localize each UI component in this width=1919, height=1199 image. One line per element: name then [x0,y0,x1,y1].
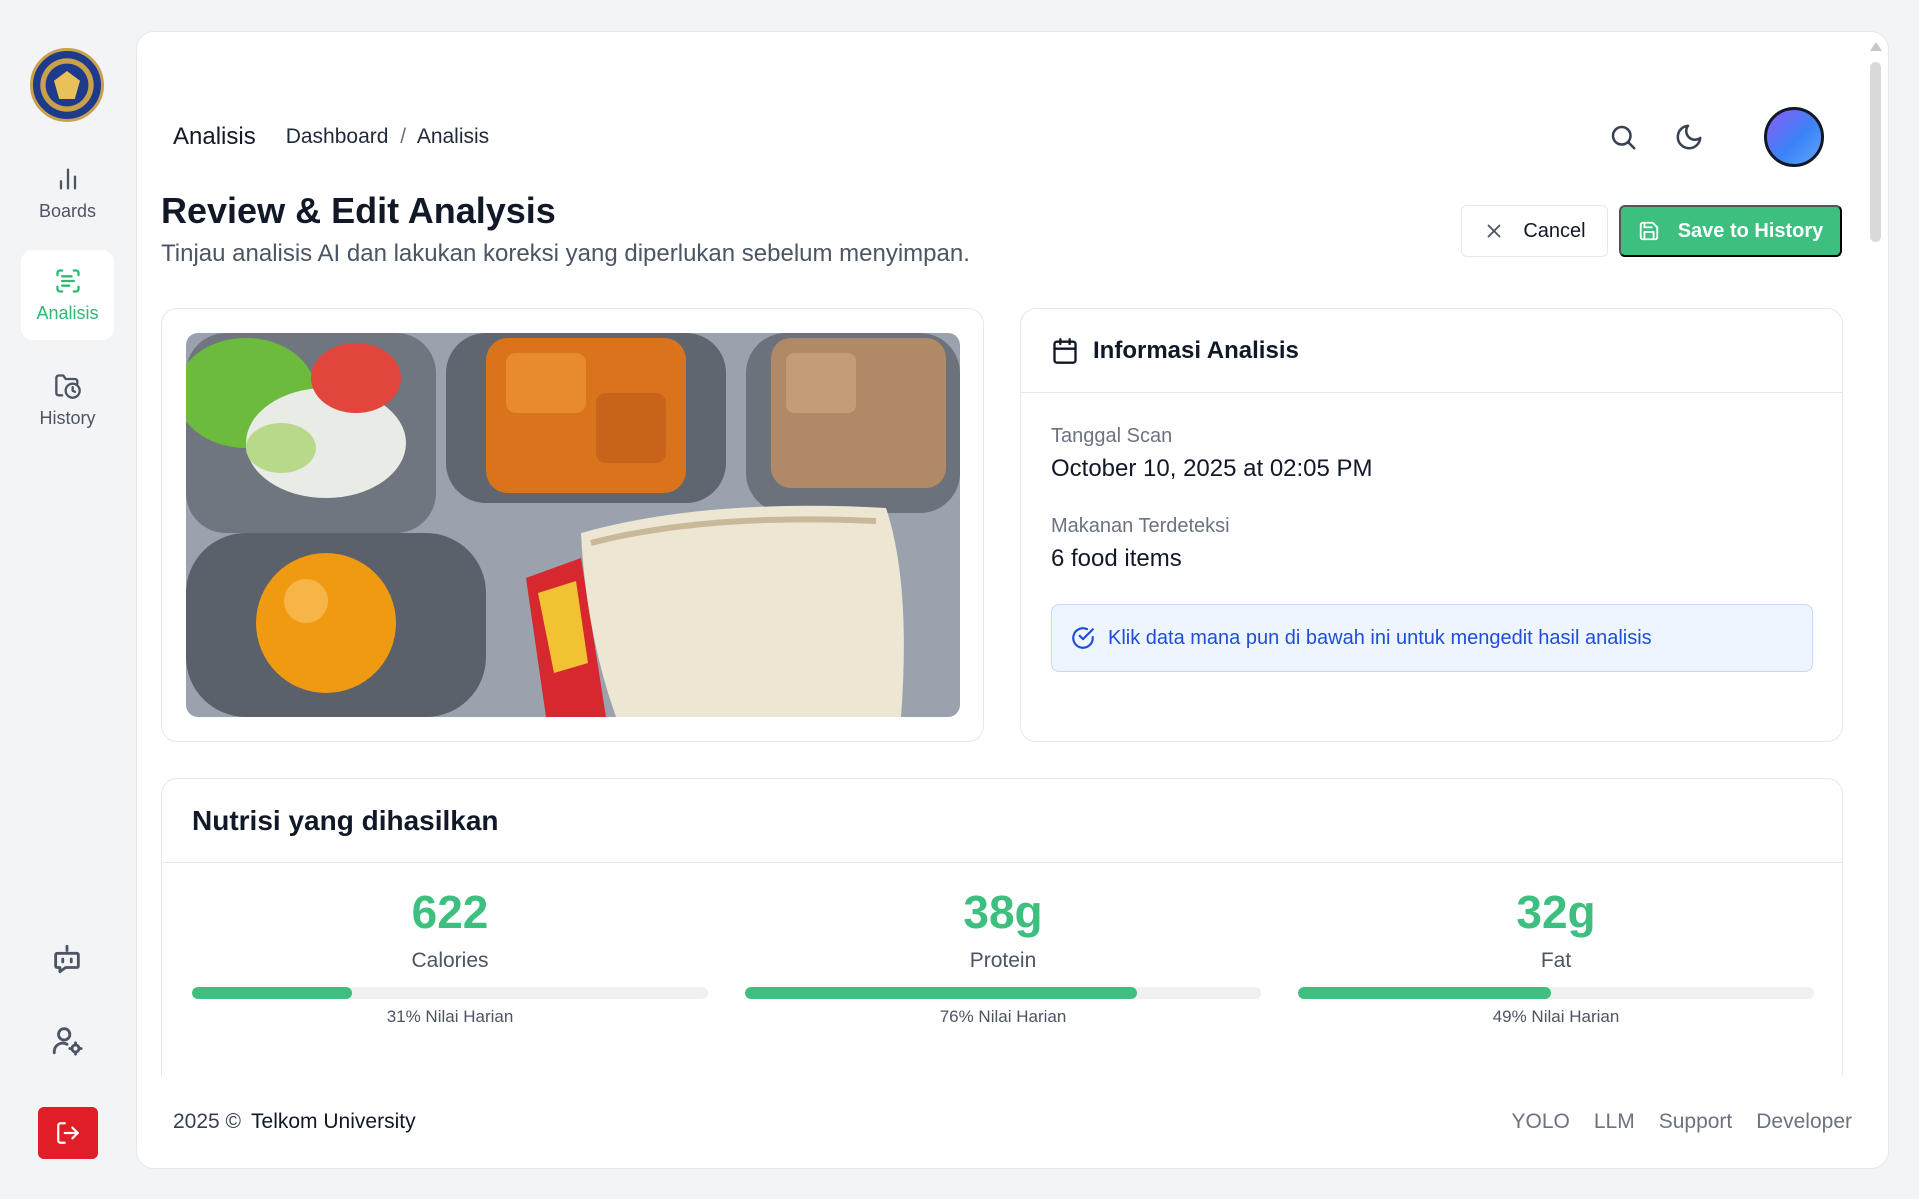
nutrition-title: Nutrisi yang dihasilkan [162,779,1842,863]
scrollbar[interactable] [1868,42,1882,1102]
scan-date-value[interactable]: October 10, 2025 at 02:05 PM [1051,455,1373,483]
footer: 2025 © Telkom University YOLO LLM Suppor… [137,1076,1888,1168]
main-content: Analisis Dashboard / Analisis Review & E… [136,31,1889,1169]
nutrition-fat[interactable]: 32g Fat 49% Nilai Harian [1298,889,1814,1027]
garuda-emblem-icon[interactable] [30,48,104,122]
save-icon [1639,221,1658,241]
user-settings-icon[interactable] [50,1023,84,1057]
scan-date-label: Tanggal Scan [1051,425,1173,447]
save-to-history-button[interactable]: Save to History [1619,205,1842,257]
detected-value[interactable]: 6 food items [1051,545,1182,573]
nutrition-calories[interactable]: 622 Calories 31% Nilai Harian [192,889,708,1027]
nutrition-progress-bar [1298,987,1814,999]
footer-link-support[interactable]: Support [1659,1110,1733,1134]
nutrition-label: Calories [411,949,489,972]
breadcrumb-separator: / [400,125,407,148]
top-header: Analisis Dashboard / Analisis [173,92,1852,182]
scroll-up-arrow-icon[interactable] [1870,42,1882,51]
nutrition-value: 32g [1516,886,1596,938]
sidebar-item-label: History [39,407,96,428]
nutrition-progress-bar [745,987,1261,999]
edit-hint-text: Klik data mana pun di bawah ini untuk me… [1108,626,1652,649]
sidebar-item-boards[interactable]: Boards [21,148,114,238]
page-title: Review & Edit Analysis [161,190,556,231]
header-title: Analisis [173,123,256,150]
avatar[interactable] [1764,107,1824,167]
footer-links: YOLO LLM Support Developer [1511,1110,1852,1134]
nutrition-percent: 31% Nilai Harian [386,1007,514,1026]
scan-text-icon [55,268,80,293]
sidebar: Boards Analisis History [0,0,135,1199]
food-tray-photo [186,333,960,717]
logout-button[interactable] [38,1107,98,1159]
sidebar-item-history[interactable]: History [21,355,114,445]
save-label: Save to History [1677,219,1824,242]
detected-label: Makanan Terdeteksi [1051,515,1230,537]
info-card-title: Informasi Analisis [1093,336,1299,364]
analysis-info-card: Informasi Analisis Tanggal Scan October … [1020,308,1843,742]
nutrition-label: Protein [969,949,1037,972]
sidebar-item-analisis[interactable]: Analisis [21,250,114,340]
footer-copyright: 2025 © [173,1110,242,1133]
page-subtitle: Tinjau analisis AI dan lakukan koreksi y… [161,240,970,267]
logout-icon [57,1122,79,1144]
breadcrumb-current: Analisis [416,125,490,148]
bar-chart-icon [59,168,76,189]
moon-icon[interactable] [1674,122,1704,152]
breadcrumb: Dashboard / Analisis [286,125,489,149]
cancel-button[interactable]: Cancel [1461,205,1608,257]
nutrition-progress-fill [192,987,352,999]
folder-clock-icon [54,373,81,399]
header-actions [1608,107,1852,167]
close-icon [1487,224,1501,238]
check-circle-icon [1072,627,1094,649]
cancel-label: Cancel [1523,219,1586,242]
calendar-icon [1053,337,1077,364]
info-card-header: Informasi Analisis [1021,309,1842,393]
bot-message-icon[interactable] [50,942,84,976]
scroll-thumb[interactable] [1870,62,1881,242]
nutrition-percent: 76% Nilai Harian [939,1007,1067,1026]
nutrition-progress-fill [745,987,1138,999]
nutrition-card: Nutrisi yang dihasilkan 622 Calories 31%… [161,778,1843,1108]
food-image-card [161,308,984,742]
search-icon[interactable] [1608,122,1638,152]
nutrition-progress-bar [192,987,708,999]
nutrition-grid: 622 Calories 31% Nilai Harian 38g Protei… [192,889,1814,1027]
footer-link-yolo[interactable]: YOLO [1511,1110,1569,1134]
footer-org[interactable]: Telkom University [251,1110,416,1134]
nutrition-progress-fill [1298,987,1551,999]
sidebar-item-label: Analisis [36,302,99,323]
nutrition-value: 38g [963,886,1043,938]
edit-hint-alert: Klik data mana pun di bawah ini untuk me… [1051,604,1813,672]
footer-link-developer[interactable]: Developer [1756,1110,1852,1134]
breadcrumb-parent[interactable]: Dashboard [286,125,389,148]
nutrition-value: 622 [411,886,489,938]
footer-link-llm[interactable]: LLM [1594,1110,1635,1134]
sidebar-item-label: Boards [38,200,97,221]
nutrition-label: Fat [1540,949,1572,972]
nutrition-percent: 49% Nilai Harian [1492,1007,1620,1026]
nutrition-protein[interactable]: 38g Protein 76% Nilai Harian [745,889,1261,1027]
